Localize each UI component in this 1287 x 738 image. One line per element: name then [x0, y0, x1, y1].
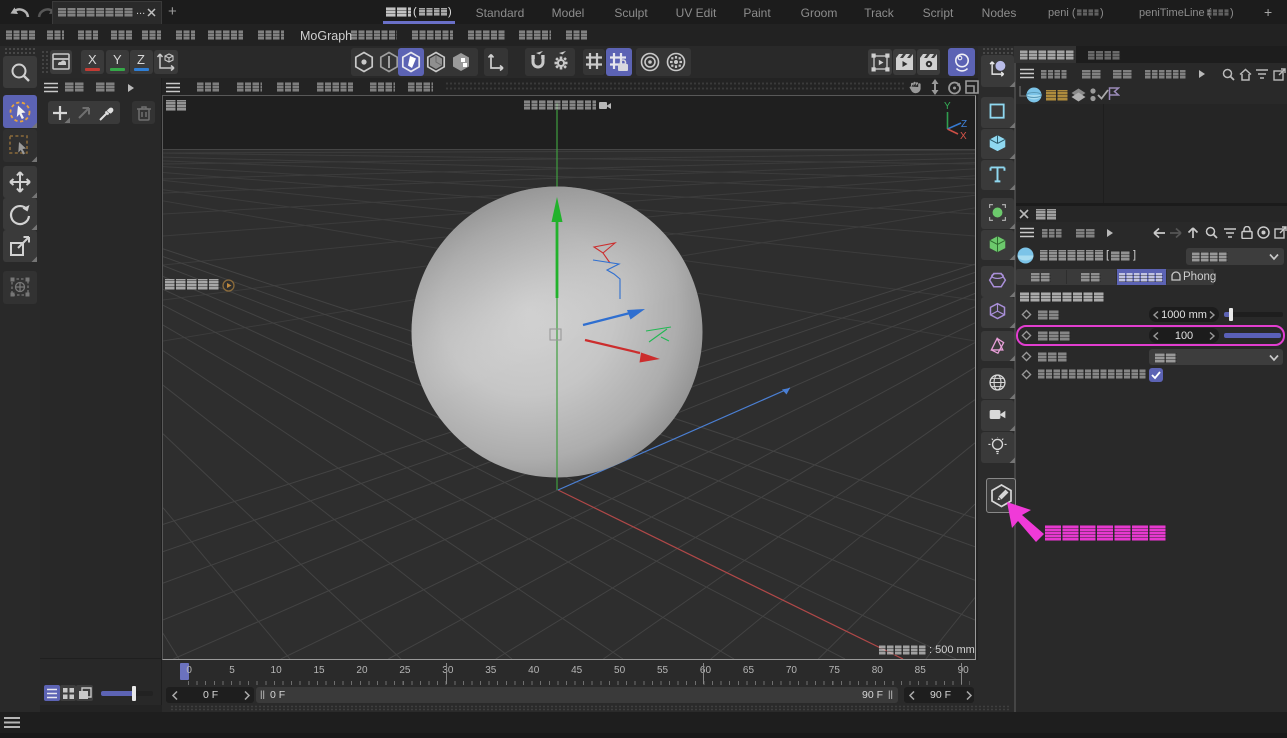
svg-text:Z: Z — [961, 119, 967, 130]
svg-text:X: X — [960, 131, 967, 140]
svg-text:Y: Y — [944, 101, 951, 112]
